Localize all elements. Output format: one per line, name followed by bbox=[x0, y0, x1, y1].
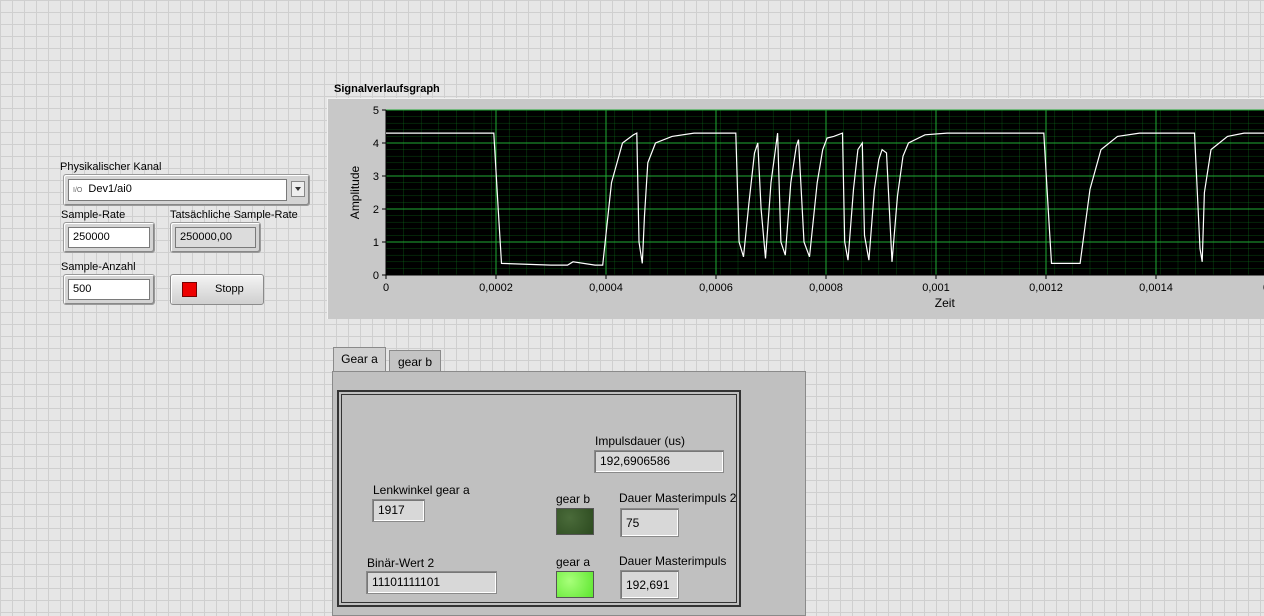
stop-button[interactable]: Stopp bbox=[170, 274, 264, 305]
impuls-indicator: 192,6906586 bbox=[594, 450, 724, 473]
channel-label: Physikalischer Kanal bbox=[60, 161, 162, 173]
lenkwinkel-label: Lenkwinkel gear a bbox=[373, 483, 470, 497]
tab-gear-b-label: gear b bbox=[397, 355, 433, 369]
sample-rate-label: Sample-Rate bbox=[61, 209, 126, 221]
impuls-label: Impulsdauer (us) bbox=[595, 434, 686, 448]
binaer-label: Binär-Wert 2 bbox=[367, 556, 435, 570]
sample-count-control[interactable]: 500 bbox=[63, 274, 155, 305]
x-tick-label: 0 bbox=[383, 282, 389, 294]
sample-count-label: Sample-Anzahl bbox=[61, 261, 136, 273]
tab-gear-a[interactable]: Gear a bbox=[333, 347, 386, 374]
binaer-indicator: 11101111101 bbox=[366, 571, 497, 594]
actual-rate-indicator: 250000,00 bbox=[170, 222, 261, 253]
dauer-indicator: 192,691 bbox=[620, 570, 679, 599]
io-icon: I/O bbox=[73, 187, 83, 194]
x-tick-label: 0,0004 bbox=[589, 282, 623, 294]
channel-value: Dev1/ai0 bbox=[88, 183, 132, 195]
waveform-chart: 0 1 2 3 4 5 0 0,0002 0,0004 0,0006 0,0008 0,001 0,00… bbox=[348, 105, 1264, 310]
x-axis-label: Zeit bbox=[935, 296, 956, 310]
stop-button-label: Stopp bbox=[215, 283, 244, 295]
led-gear-a bbox=[556, 571, 594, 598]
lenkwinkel-indicator: 1917 bbox=[372, 499, 425, 522]
dauer-label: Dauer Masterimpuls bbox=[619, 554, 727, 568]
channel-control[interactable]: I/O Dev1/ai0 bbox=[63, 174, 310, 206]
led-gear-b-label: gear b bbox=[556, 492, 591, 506]
stop-led-icon bbox=[182, 282, 197, 297]
y-axis-label: Amplitude bbox=[348, 166, 362, 220]
graph-title: Signalverlaufsgraph bbox=[334, 83, 440, 95]
x-tick-label: 0,0012 bbox=[1029, 282, 1063, 294]
led-gear-b bbox=[556, 508, 594, 535]
dauer2-label: Dauer Masterimpuls 2 bbox=[619, 491, 737, 505]
y-tick-label: 4 bbox=[373, 138, 379, 150]
sample-rate-control[interactable]: 250000 bbox=[63, 222, 155, 253]
x-tick-label: 0,0014 bbox=[1139, 282, 1173, 294]
x-tick-label: 0,0006 bbox=[699, 282, 733, 294]
x-tick-label: 0,0002 bbox=[479, 282, 513, 294]
actual-rate-label: Tatsächliche Sample-Rate bbox=[170, 209, 298, 221]
actual-rate-value: 250000,00 bbox=[175, 227, 256, 248]
y-tick-label: 1 bbox=[373, 237, 379, 249]
tab-gear-b[interactable]: gear b bbox=[389, 350, 441, 373]
y-tick-label: 5 bbox=[373, 105, 379, 117]
channel-dropdown-button[interactable] bbox=[291, 181, 305, 197]
led-gear-a-label: gear a bbox=[556, 555, 591, 569]
x-tick-label: 0,001 bbox=[922, 282, 950, 294]
chevron-down-icon bbox=[295, 187, 301, 191]
y-tick-label: 0 bbox=[373, 270, 379, 282]
sample-rate-input[interactable]: 250000 bbox=[68, 227, 150, 248]
y-tick-label: 3 bbox=[373, 171, 379, 183]
x-tick-label: 0,0008 bbox=[809, 282, 843, 294]
tab-gear-a-label: Gear a bbox=[341, 352, 378, 366]
sample-count-input[interactable]: 500 bbox=[68, 279, 150, 300]
dauer2-indicator: 75 bbox=[620, 508, 679, 537]
y-tick-label: 2 bbox=[373, 204, 379, 216]
